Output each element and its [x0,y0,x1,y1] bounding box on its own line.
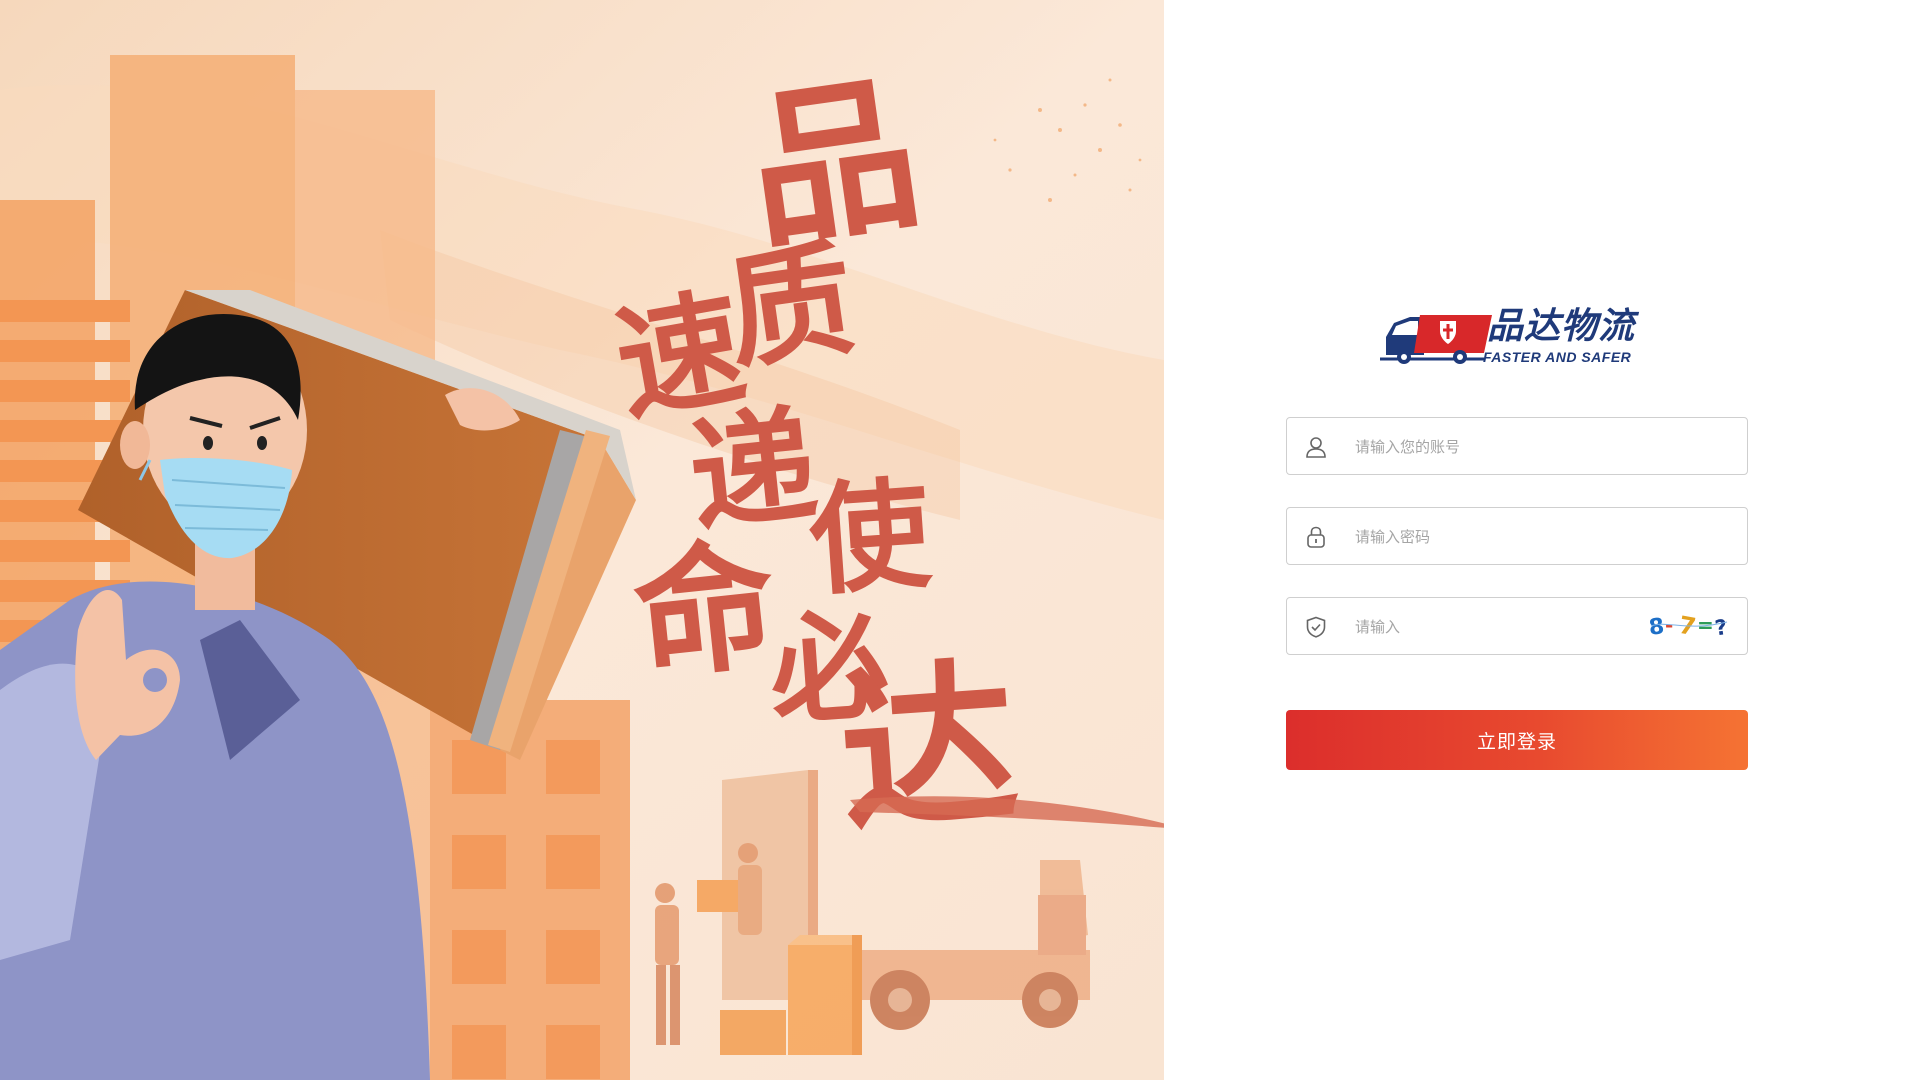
truck-shield-icon [1380,315,1492,364]
svg-text:?: ? [1713,615,1728,640]
captcha-image[interactable]: 8 - 7 = ? [1647,610,1731,642]
login-panel: 品达物流 FASTER AND SAFER 8 - 7 = ? [1164,0,1920,1080]
slogan-char-5: 使 [805,463,936,612]
hero-artwork: 品 速 质 递 使 命 必 达 [0,0,1164,1080]
brand-tagline: FASTER AND SAFER [1483,349,1632,365]
password-field[interactable] [1286,507,1748,566]
slogan-char-6: 命 [627,523,783,701]
login-button[interactable]: 立即登录 [1286,710,1748,770]
slogan-char-3: 质 [718,224,863,388]
password-input[interactable] [1353,508,1637,566]
svg-text:8: 8 [1648,614,1666,640]
brand-logo: 品达物流 FASTER AND SAFER [1380,305,1650,371]
shield-check-icon [1306,616,1326,638]
user-icon [1306,437,1326,458]
hero-illustration: 品 速 质 递 使 命 必 达 [0,0,1164,1080]
captcha-field[interactable]: 8 - 7 = ? [1286,597,1748,656]
captcha-input[interactable] [1353,598,1587,656]
slogan-char-8: 达 [834,639,1024,858]
brand-name: 品达物流 [1487,306,1636,347]
lock-icon [1307,526,1325,548]
account-field[interactable] [1286,417,1748,476]
account-input[interactable] [1353,418,1637,476]
